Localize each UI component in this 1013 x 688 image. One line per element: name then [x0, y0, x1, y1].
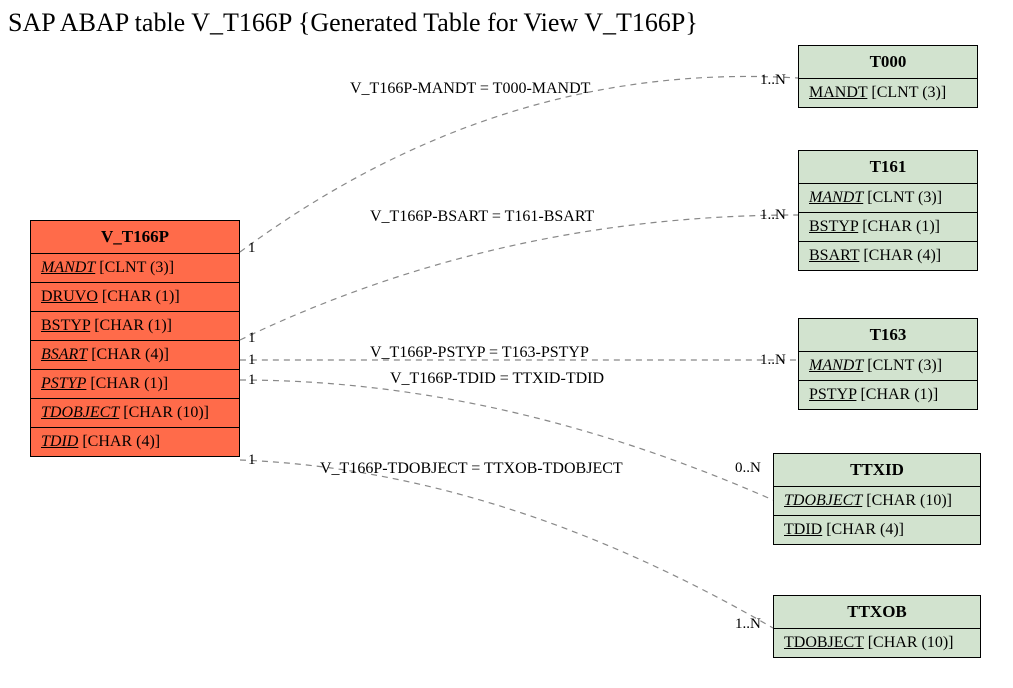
field-row: TDID [CHAR (4)]	[774, 516, 980, 544]
entity-header: T161	[799, 151, 977, 184]
cardinality-left: 1	[248, 352, 256, 369]
rel-label: V_T166P-TDOBJECT = TTXOB-TDOBJECT	[320, 460, 623, 478]
cardinality-right: 1..N	[760, 352, 786, 369]
field-row: TDOBJECT [CHAR (10)]	[774, 487, 980, 516]
field-row: MANDT [CLNT (3)]	[799, 79, 977, 107]
rel-label: V_T166P-PSTYP = T163-PSTYP	[370, 344, 589, 362]
entity-ttxid: TTXID TDOBJECT [CHAR (10)] TDID [CHAR (4…	[773, 453, 981, 545]
entity-header: T000	[799, 46, 977, 79]
cardinality-right: 1..N	[760, 72, 786, 89]
entity-t163: T163 MANDT [CLNT (3)] PSTYP [CHAR (1)]	[798, 318, 978, 410]
field-row: PSTYP [CHAR (1)]	[31, 370, 239, 399]
entity-t000: T000 MANDT [CLNT (3)]	[798, 45, 978, 108]
entity-v-t166p: V_T166P MANDT [CLNT (3)] DRUVO [CHAR (1)…	[30, 220, 240, 457]
field-row: TDOBJECT [CHAR (10)]	[774, 629, 980, 657]
entity-header: TTXOB	[774, 596, 980, 629]
entity-header: T163	[799, 319, 977, 352]
diagram-title: SAP ABAP table V_T166P {Generated Table …	[8, 8, 698, 38]
field-row: TDOBJECT [CHAR (10)]	[31, 399, 239, 428]
field-row: DRUVO [CHAR (1)]	[31, 283, 239, 312]
field-row: MANDT [CLNT (3)]	[799, 352, 977, 381]
entity-ttxob: TTXOB TDOBJECT [CHAR (10)]	[773, 595, 981, 658]
field-row: MANDT [CLNT (3)]	[31, 254, 239, 283]
rel-label: V_T166P-MANDT = T000-MANDT	[350, 80, 590, 98]
field-row: BSART [CHAR (4)]	[799, 242, 977, 270]
cardinality-left: 1	[248, 452, 256, 469]
entity-t161: T161 MANDT [CLNT (3)] BSTYP [CHAR (1)] B…	[798, 150, 978, 271]
field-row: BSTYP [CHAR (1)]	[31, 312, 239, 341]
entity-header: TTXID	[774, 454, 980, 487]
field-row: MANDT [CLNT (3)]	[799, 184, 977, 213]
field-row: BSTYP [CHAR (1)]	[799, 213, 977, 242]
cardinality-left: 1	[248, 240, 256, 257]
field-row: TDID [CHAR (4)]	[31, 428, 239, 456]
cardinality-left: 1	[248, 372, 256, 389]
cardinality-left: 1	[248, 330, 256, 347]
field-row: PSTYP [CHAR (1)]	[799, 381, 977, 409]
rel-label: V_T166P-TDID = TTXID-TDID	[390, 370, 604, 388]
cardinality-right: 1..N	[760, 207, 786, 224]
cardinality-right: 1..N	[735, 616, 761, 633]
entity-header: V_T166P	[31, 221, 239, 254]
cardinality-right: 0..N	[735, 460, 761, 477]
rel-label: V_T166P-BSART = T161-BSART	[370, 208, 594, 226]
field-row: BSART [CHAR (4)]	[31, 341, 239, 370]
